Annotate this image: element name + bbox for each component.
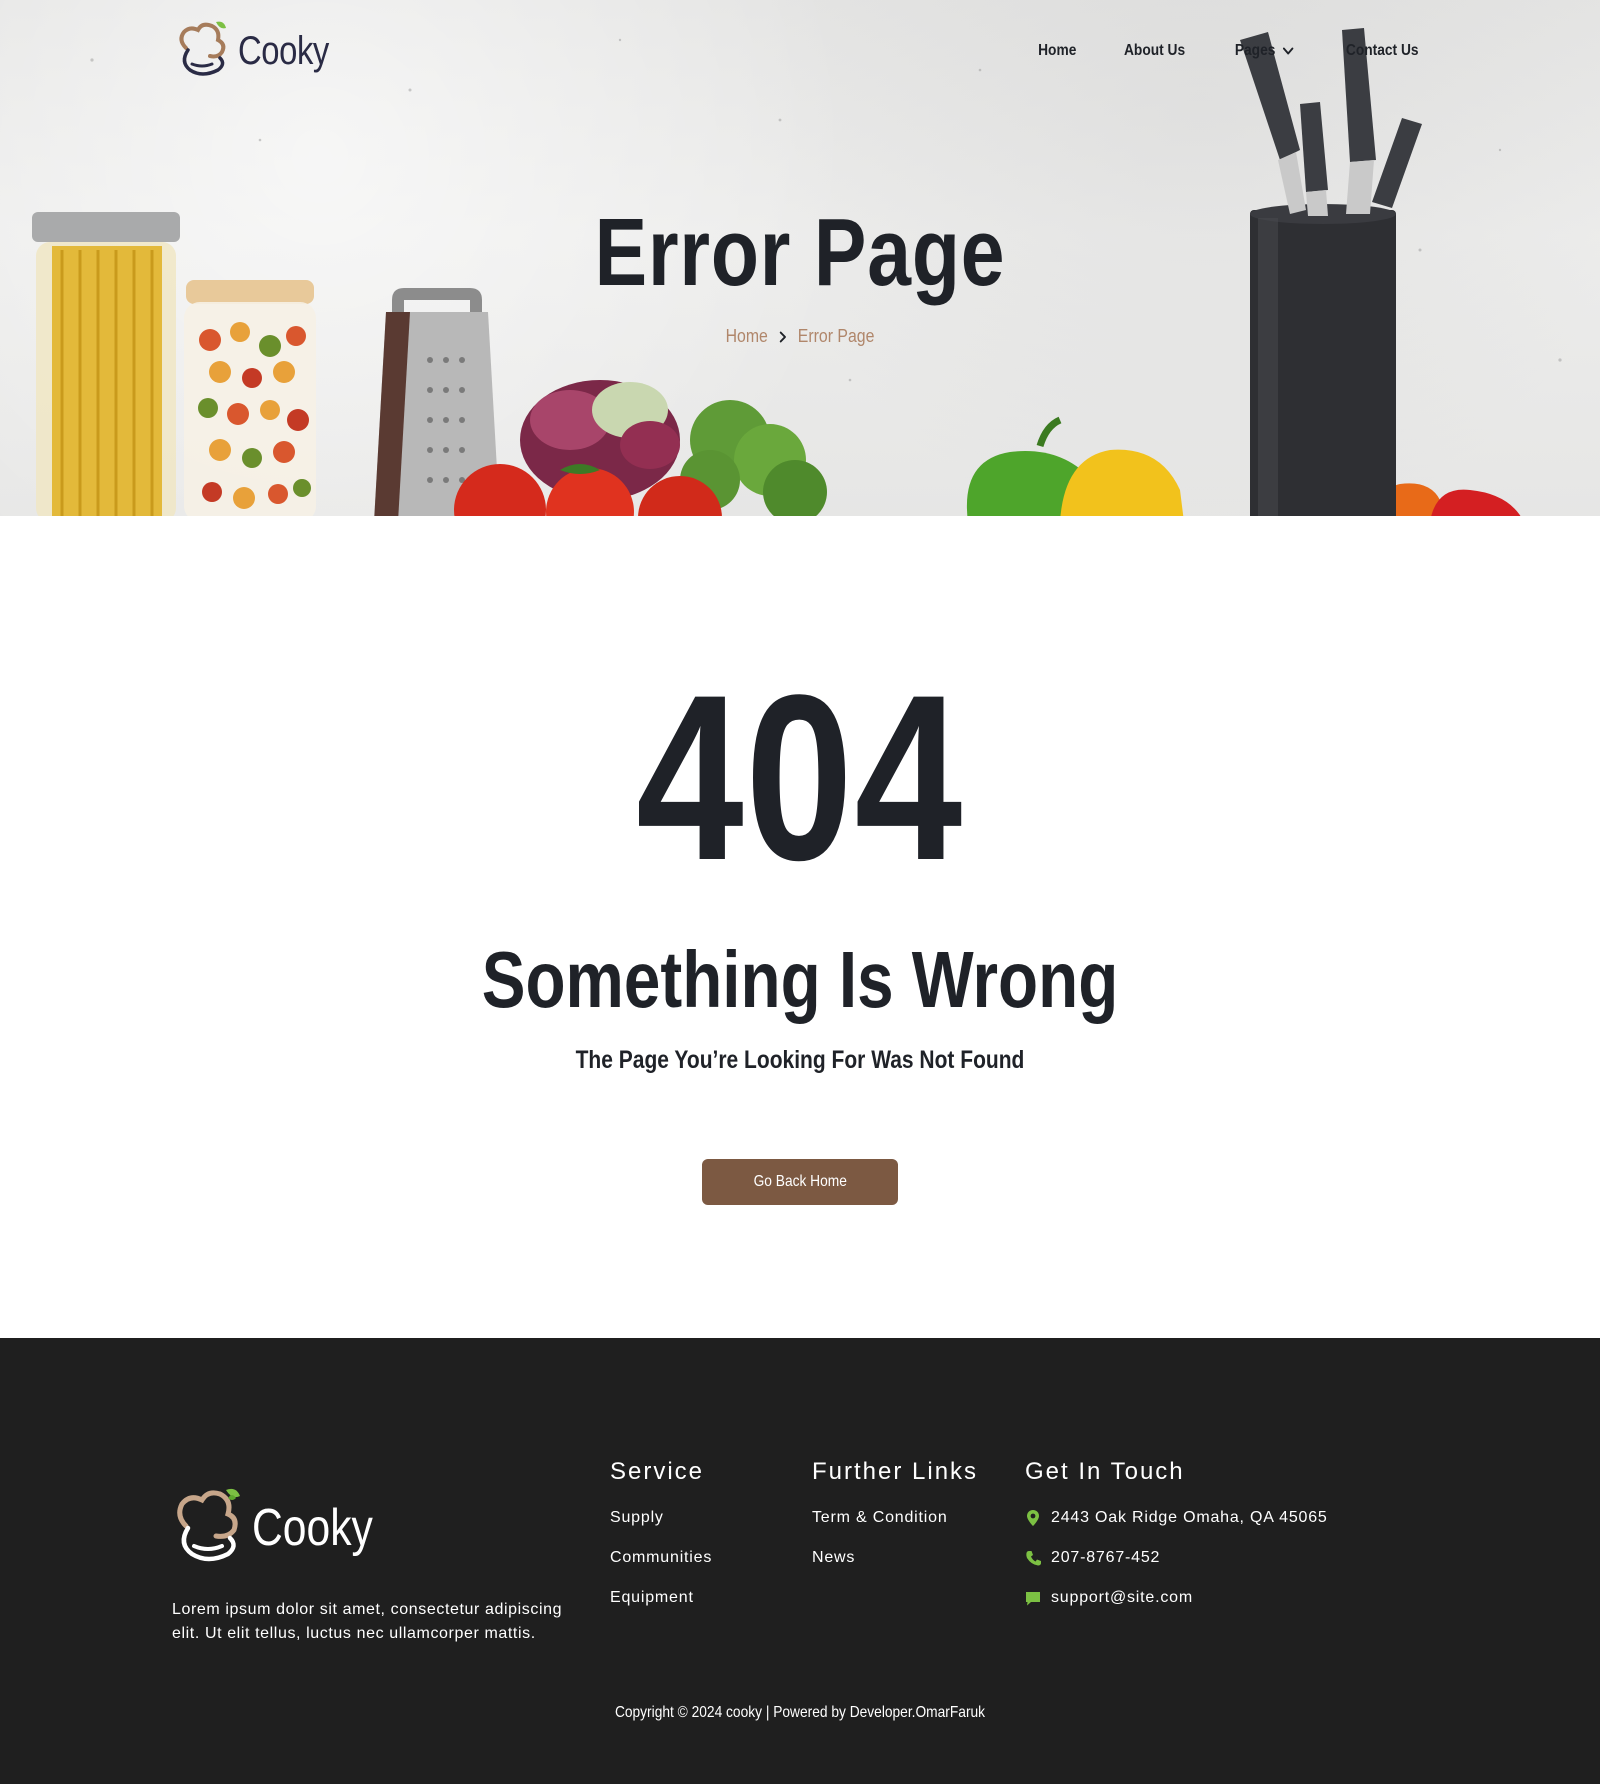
chevron-down-icon	[1283, 47, 1294, 55]
breadcrumb-current: Error Page	[797, 326, 875, 346]
error-heading: Something Is Wrong	[481, 935, 1119, 1024]
footer-link-communities-label[interactable]: Communities	[610, 1548, 712, 1568]
go-back-home-button[interactable]: Go Back Home	[702, 1159, 898, 1205]
brand-logo[interactable]: Cooky	[172, 18, 352, 84]
footer-address-text: 2443 Oak Ridge Omaha, QA 45065	[1051, 1509, 1328, 1526]
footer-address: 2443 Oak Ridge Omaha, QA 45065	[1025, 1508, 1328, 1548]
chef-hat-logo-icon	[179, 21, 226, 76]
chevron-right-icon	[780, 331, 787, 342]
footer-link-news[interactable]: News	[812, 1548, 978, 1588]
main-menu: Home About Us Pages Contact Us	[1035, 42, 1424, 60]
brand-name: Cooky	[238, 28, 329, 73]
footer-service-title: Service	[610, 1458, 705, 1485]
page-title: Error Page	[594, 199, 1006, 306]
nav-pages-label: Pages	[1235, 42, 1276, 59]
error-content: 404 Something Is Wrong The Page You’re L…	[0, 522, 1600, 1338]
footer-further-links-title: Further Links	[812, 1458, 979, 1485]
footer-link-equipment-label[interactable]: Equipment	[610, 1588, 694, 1608]
error-message: The Page You’re Looking For Was Not Foun…	[575, 1046, 1025, 1074]
breadcrumb-home-link[interactable]: Home	[726, 326, 768, 347]
nav-home-label: Home	[1037, 42, 1077, 59]
footer-phone[interactable]: 207-8767-452	[1025, 1548, 1328, 1588]
footer-further-links-column: Further Links Term & Condition News	[812, 1458, 978, 1588]
footer-contact-title: Get In Touch	[1025, 1458, 1185, 1485]
footer-brand-logo[interactable]: Cooky	[170, 1486, 399, 1570]
fusilli-jar	[184, 280, 316, 522]
footer-link-equipment[interactable]: Equipment	[610, 1588, 712, 1628]
hero-banner: Cooky Home About Us Pages Contact Us Err…	[0, 0, 1600, 522]
chat-icon	[1026, 1592, 1040, 1606]
footer-link-terms-label[interactable]: Term & Condition	[812, 1508, 948, 1528]
chef-hat-logo-icon	[177, 1488, 240, 1562]
footer-link-terms[interactable]: Term & Condition	[812, 1508, 978, 1548]
error-code: 404	[636, 646, 964, 910]
site-footer: Cooky Lorem ipsum dolor sit amet, consec…	[0, 1338, 1600, 1784]
nav-pages-dropdown[interactable]: Pages	[1235, 42, 1294, 60]
map-pin-icon	[1027, 1510, 1039, 1526]
footer-copyright: Copyright © 2024 cooky | Powered by Deve…	[614, 1704, 986, 1721]
footer-email-text[interactable]: support@site.com	[1051, 1588, 1193, 1608]
footer-link-supply-label[interactable]: Supply	[610, 1508, 664, 1528]
nav-contact-label: Contact Us	[1345, 42, 1419, 59]
footer-email[interactable]: support@site.com	[1025, 1588, 1328, 1628]
phone-icon	[1026, 1551, 1041, 1566]
nav-about-us[interactable]: About Us	[1124, 42, 1185, 60]
footer-link-news-label[interactable]: News	[812, 1548, 855, 1568]
footer-about-text: Lorem ipsum dolor sit amet, consectetur …	[172, 1601, 563, 1642]
nav-about-label: About Us	[1124, 42, 1186, 59]
footer-service-column: Service Supply Communities Equipment	[610, 1458, 712, 1628]
footer-link-communities[interactable]: Communities	[610, 1548, 712, 1588]
footer-contact-column: Get In Touch 2443 Oak Ridge Omaha, QA 45…	[1025, 1458, 1328, 1628]
nav-contact-us[interactable]: Contact Us	[1345, 42, 1418, 60]
nav-home[interactable]: Home	[1038, 42, 1076, 60]
footer-phone-text[interactable]: 207-8767-452	[1051, 1548, 1160, 1568]
footer-brand-name: Cooky	[252, 1499, 373, 1557]
breadcrumb: Home Error Page	[96, 326, 1504, 347]
go-back-home-label: Go Back Home	[753, 1173, 847, 1190]
bell-peppers	[966, 416, 1524, 522]
top-navigation: Cooky Home About Us Pages Contact Us	[0, 0, 1600, 110]
footer-link-supply[interactable]: Supply	[610, 1508, 712, 1548]
